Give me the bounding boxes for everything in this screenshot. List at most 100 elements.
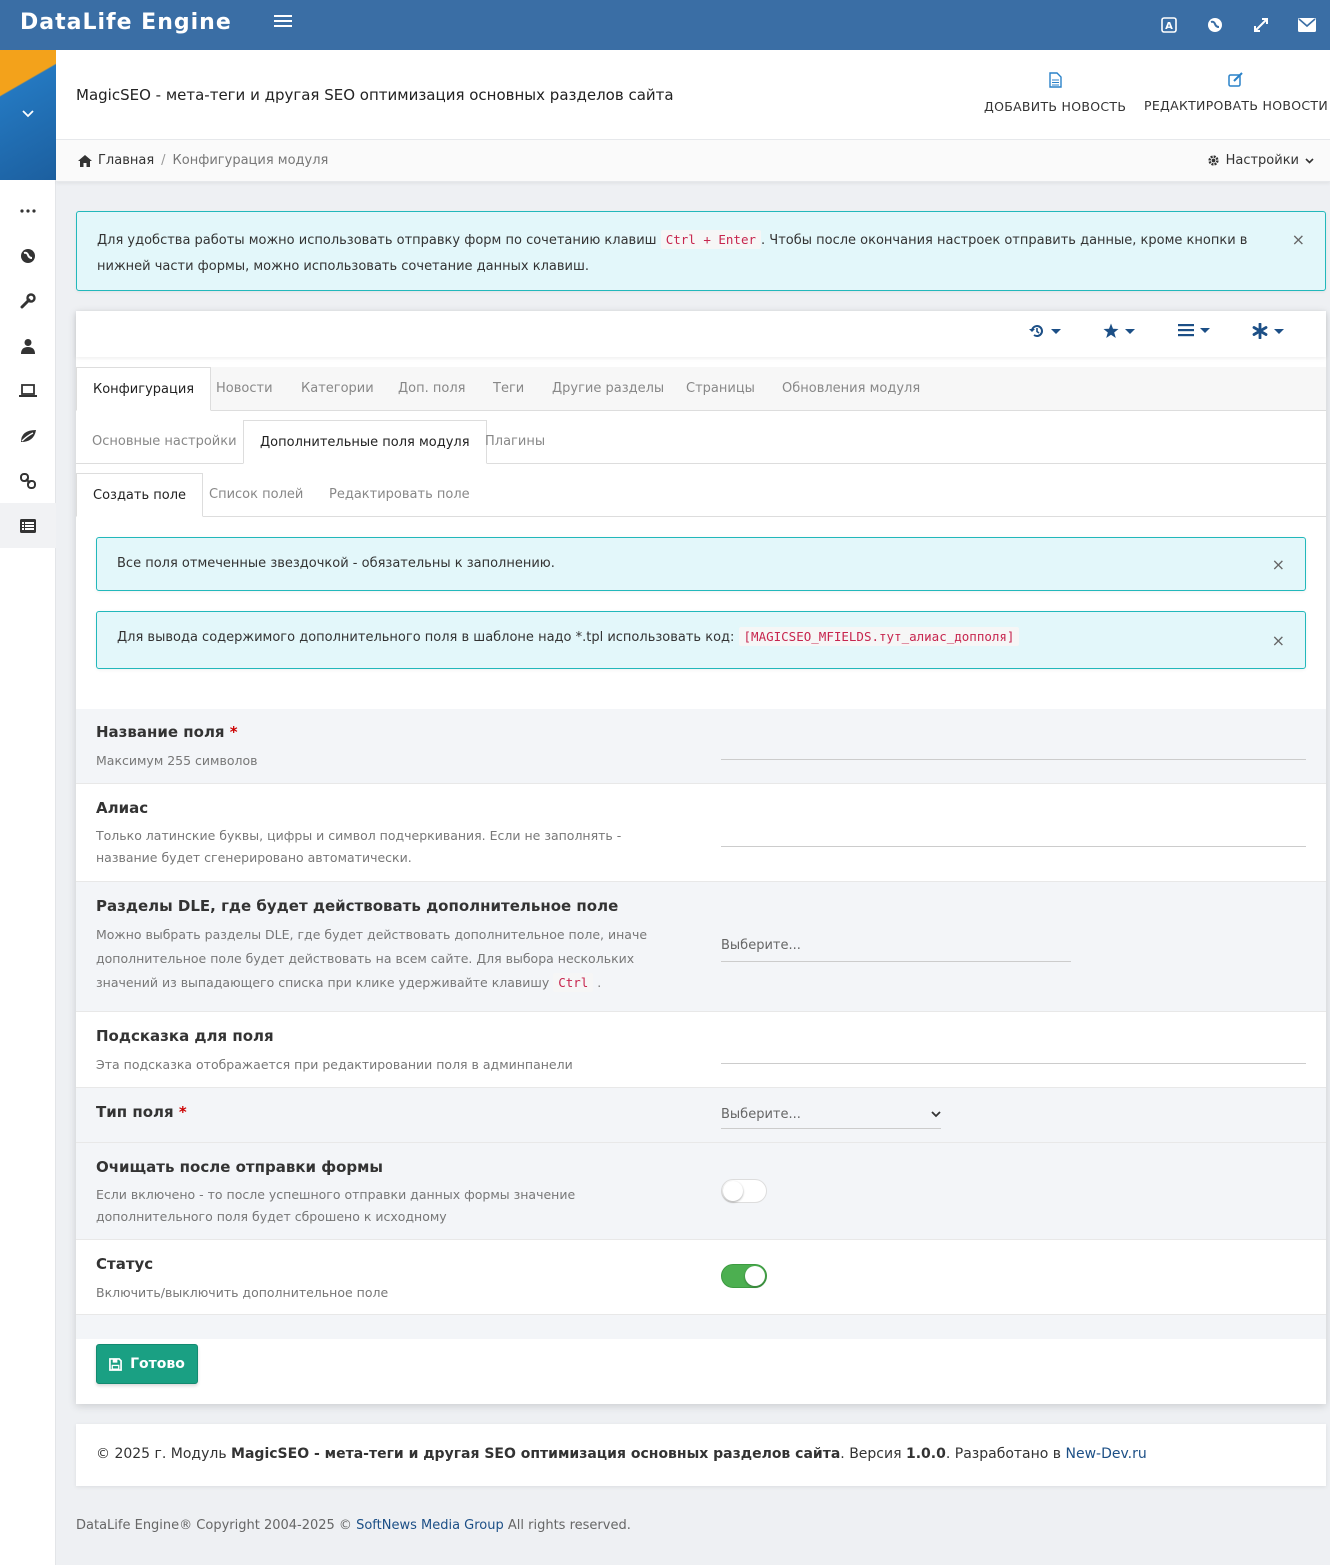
- add-news-label: ДОБАВИТЬ НОВОСТЬ: [984, 99, 1127, 114]
- field-name-row: Название поля * Максимум 255 символов: [76, 709, 1326, 784]
- form-footer-strip: [76, 1315, 1326, 1339]
- breadcrumb-separator: /: [161, 153, 166, 168]
- list-icon[interactable]: [0, 503, 56, 548]
- required-alert: Все поля отмеченные звездочкой - обязате…: [96, 537, 1306, 591]
- history-dropdown[interactable]: [1029, 323, 1061, 339]
- clear-row: Очищать после отправки формы Если включе…: [76, 1143, 1326, 1240]
- panel-toolbar: [76, 311, 1326, 357]
- breadcrumb-current: Конфигурация модуля: [172, 153, 329, 168]
- chevron-down-icon: [1305, 157, 1314, 164]
- sections-select-underline: [721, 961, 1071, 962]
- tab-module-extra-fields[interactable]: Дополнительные поля модуля: [243, 420, 487, 464]
- tabs-level2: Основные настройки Дополнительные поля м…: [76, 411, 1326, 464]
- user-icon[interactable]: [0, 323, 56, 368]
- status-row: Статус Включить/выключить дополнительное…: [76, 1240, 1326, 1315]
- tools-dropdown[interactable]: [1252, 323, 1284, 339]
- add-news-button[interactable]: ДОБАВИТЬ НОВОСТЬ: [984, 72, 1126, 114]
- menu-dropdown[interactable]: [1178, 323, 1210, 337]
- done-label: Готово: [130, 1356, 185, 1372]
- done-button[interactable]: Готово: [96, 1344, 198, 1384]
- globe-icon[interactable]: [1192, 0, 1238, 50]
- footer-prefix: © 2025 г. Модуль: [96, 1446, 227, 1462]
- bars-icon: [1178, 324, 1194, 337]
- softnews-link[interactable]: SoftNews Media Group: [356, 1518, 504, 1533]
- menu-toggle-icon[interactable]: [274, 12, 292, 32]
- tab-edit-field[interactable]: Редактировать поле: [313, 473, 486, 517]
- tab-categories[interactable]: Категории: [285, 367, 390, 411]
- settings-dropdown[interactable]: Настройки: [1207, 153, 1314, 168]
- field-name-label: Название поля *: [96, 723, 238, 741]
- favorites-dropdown[interactable]: [1103, 323, 1135, 339]
- tab-basic-settings[interactable]: Основные настройки: [76, 420, 253, 464]
- tab-news[interactable]: Новости: [200, 367, 289, 411]
- alias-row: Алиас Только латинские буквы, цифры и си…: [76, 784, 1326, 882]
- sidebar-logo[interactable]: [0, 50, 56, 180]
- page-title: MagicSEO - мета-теги и другая SEO оптими…: [76, 86, 674, 104]
- sections-row: Разделы DLE, где будет действовать допол…: [76, 882, 1326, 1012]
- copyright-prefix: DataLife Engine® Copyright 2004-2025 ©: [76, 1518, 352, 1533]
- breadcrumb-home[interactable]: Главная: [98, 153, 154, 168]
- tpl-code: [MAGICSEO_MFIELDS.тут_алиас_допполя]: [738, 627, 1020, 646]
- leaf-icon[interactable]: [0, 413, 56, 458]
- page-header: MagicSEO - мета-теги и другая SEO оптими…: [56, 50, 1330, 140]
- tab-pages[interactable]: Страницы: [670, 367, 771, 411]
- tab-field-list[interactable]: Список полей: [193, 473, 319, 517]
- clear-toggle[interactable]: [721, 1179, 767, 1203]
- chevron-down-icon: [931, 1111, 941, 1118]
- wrench-icon[interactable]: [0, 278, 56, 323]
- tab-other-sections[interactable]: Другие разделы: [536, 367, 680, 411]
- breadcrumb: Главная / Конфигурация модуля: [78, 153, 328, 168]
- more-icon[interactable]: [0, 188, 56, 233]
- edit-news-label: РЕДАКТИРОВАТЬ НОВОСТИ: [1144, 98, 1328, 113]
- tab-module-updates[interactable]: Обновления модуля: [766, 367, 936, 411]
- clear-hint: Если включено - то после успешного отпра…: [96, 1187, 576, 1224]
- tooltip-hint: Эта подсказка отображается при редактиро…: [96, 1057, 573, 1072]
- tab-plugins[interactable]: Плагины: [469, 420, 561, 464]
- tooltip-input[interactable]: [721, 1063, 1306, 1064]
- type-label: Тип поля *: [96, 1103, 187, 1121]
- status-hint: Включить/выключить дополнительное поле: [96, 1285, 389, 1300]
- field-name-hint: Максимум 255 символов: [96, 753, 258, 768]
- laptop-icon[interactable]: [0, 368, 56, 413]
- alert-text-start: Для удобства работы можно использовать о…: [97, 233, 657, 248]
- hotkey-code: Ctrl + Enter: [660, 230, 762, 249]
- envelope-icon[interactable]: [1284, 0, 1330, 50]
- status-toggle[interactable]: [721, 1264, 767, 1288]
- type-select[interactable]: Выберите...: [721, 1107, 941, 1122]
- developer-link[interactable]: New-Dev.ru: [1066, 1446, 1147, 1462]
- status-label: Статус: [96, 1255, 154, 1273]
- globe-icon[interactable]: [0, 233, 56, 278]
- edit-news-button[interactable]: РЕДАКТИРОВАТЬ НОВОСТИ: [1144, 72, 1328, 113]
- close-icon[interactable]: ×: [1272, 631, 1285, 650]
- tooltip-row: Подсказка для поля Эта подсказка отображ…: [76, 1012, 1326, 1088]
- tab-tags[interactable]: Теги: [477, 367, 540, 411]
- footer-module-name: MagicSEO - мета-теги и другая SEO оптими…: [231, 1446, 841, 1462]
- tab-configuration[interactable]: Конфигурация: [76, 367, 212, 411]
- tooltip-label: Подсказка для поля: [96, 1027, 274, 1045]
- chevron-down-icon: [22, 110, 34, 118]
- top-navbar: DataLife Engine A: [0, 0, 1330, 50]
- fullscreen-icon[interactable]: [1238, 0, 1284, 50]
- tpl-alert-label: Для вывода содержимого дополнительного п…: [117, 630, 735, 645]
- sections-label: Разделы DLE, где будет действовать допол…: [96, 897, 619, 915]
- footer-version-label: . Версия: [840, 1446, 902, 1462]
- footer-version: 1.0.0: [905, 1446, 946, 1462]
- copyright: DataLife Engine® Copyright 2004-2025 © S…: [76, 1518, 631, 1533]
- main-panel: Конфигурация Новости Категории Доп. поля…: [76, 311, 1326, 1404]
- sections-select[interactable]: Выберите...: [721, 938, 801, 953]
- link-icon[interactable]: [0, 458, 56, 503]
- sidebar: [0, 50, 56, 1565]
- hotkeys-alert: Для удобства работы можно использовать о…: [76, 211, 1326, 291]
- settings-label: Настройки: [1225, 153, 1299, 168]
- clear-label: Очищать после отправки формы: [96, 1158, 383, 1176]
- tpl-alert-text: Для вывода содержимого дополнительного п…: [117, 627, 1020, 646]
- alias-input[interactable]: [721, 846, 1306, 847]
- brand-logo[interactable]: DataLife Engine: [20, 10, 232, 35]
- translate-icon[interactable]: A: [1146, 0, 1192, 50]
- close-icon[interactable]: ×: [1292, 230, 1305, 249]
- tab-create-field[interactable]: Создать поле: [76, 473, 204, 517]
- field-name-input[interactable]: [721, 759, 1306, 760]
- top-icons: A: [1146, 0, 1330, 50]
- tab-extra-fields[interactable]: Доп. поля: [382, 367, 481, 411]
- close-icon[interactable]: ×: [1272, 555, 1285, 574]
